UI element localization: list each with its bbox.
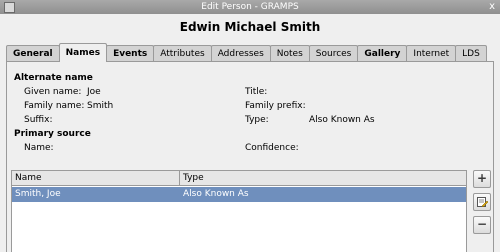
suffix-label: Suffix: bbox=[24, 115, 53, 125]
tab-lds[interactable]: LDS bbox=[455, 45, 487, 61]
type-value: Also Known As bbox=[309, 115, 375, 125]
given-name-label: Given name: bbox=[24, 87, 82, 97]
window-titlebar: Edit Person - GRAMPS x bbox=[0, 0, 500, 14]
alternate-name-heading: Alternate name bbox=[14, 73, 93, 83]
alternate-names-list[interactable]: Name Type Smith, Joe Also Known As bbox=[11, 170, 467, 252]
list-header: Name Type bbox=[12, 171, 466, 186]
column-header-name[interactable]: Name bbox=[12, 171, 180, 185]
source-name-label: Name: bbox=[24, 143, 54, 153]
family-prefix-label: Family prefix: bbox=[245, 101, 306, 111]
row-name-cell: Smith, Joe bbox=[15, 189, 61, 199]
tab-bar: General Names Events Attributes Addresse… bbox=[6, 43, 487, 62]
edit-icon bbox=[477, 197, 489, 208]
tab-names[interactable]: Names bbox=[58, 43, 108, 62]
tab-general[interactable]: General bbox=[6, 45, 60, 61]
primary-source-heading: Primary source bbox=[14, 129, 91, 139]
title-label: Title: bbox=[245, 87, 268, 97]
row-type-cell: Also Known As bbox=[183, 189, 249, 199]
plus-icon: + bbox=[476, 171, 488, 185]
minus-icon: − bbox=[476, 217, 488, 231]
confidence-label: Confidence: bbox=[245, 143, 299, 153]
given-name-value: Joe bbox=[87, 87, 101, 97]
table-row[interactable]: Smith, Joe Also Known As bbox=[12, 187, 466, 202]
window-title: Edit Person - GRAMPS bbox=[201, 2, 299, 12]
type-label: Type: bbox=[245, 115, 269, 125]
column-header-type[interactable]: Type bbox=[180, 171, 204, 185]
person-name-heading: Edwin Michael Smith bbox=[179, 20, 321, 34]
edit-name-button[interactable] bbox=[473, 193, 491, 211]
tab-addresses[interactable]: Addresses bbox=[210, 45, 271, 61]
add-name-button[interactable]: + bbox=[473, 170, 491, 188]
tab-notes[interactable]: Notes bbox=[269, 45, 310, 61]
tab-sources[interactable]: Sources bbox=[308, 45, 359, 61]
tab-internet[interactable]: Internet bbox=[406, 45, 457, 61]
remove-name-button[interactable]: − bbox=[473, 216, 491, 234]
app-icon bbox=[4, 2, 15, 13]
tab-events[interactable]: Events bbox=[106, 45, 155, 61]
family-name-label: Family name: bbox=[24, 101, 85, 111]
family-name-value: Smith bbox=[87, 101, 114, 111]
tab-attributes[interactable]: Attributes bbox=[153, 45, 212, 61]
close-icon[interactable]: x bbox=[489, 0, 495, 14]
tab-gallery[interactable]: Gallery bbox=[357, 45, 408, 61]
